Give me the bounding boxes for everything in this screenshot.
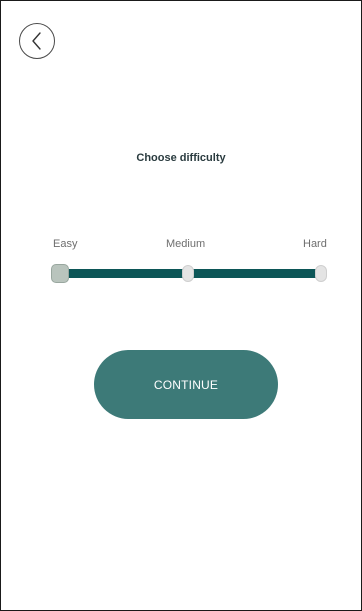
slider-thumb[interactable] bbox=[51, 264, 69, 283]
chevron-left-icon bbox=[30, 31, 44, 51]
slider-stop-hard[interactable] bbox=[315, 265, 327, 282]
difficulty-label-hard: Hard bbox=[303, 238, 327, 250]
slider-stop-medium[interactable] bbox=[182, 265, 194, 282]
difficulty-screen: Choose difficulty Easy Medium Hard CONTI… bbox=[0, 0, 362, 611]
difficulty-label-easy: Easy bbox=[53, 238, 78, 250]
page-title: Choose difficulty bbox=[136, 152, 226, 164]
back-button[interactable] bbox=[19, 23, 55, 59]
difficulty-label-medium: Medium bbox=[166, 238, 206, 250]
difficulty-slider[interactable] bbox=[51, 263, 329, 285]
continue-button[interactable]: CONTINUE bbox=[94, 350, 278, 419]
